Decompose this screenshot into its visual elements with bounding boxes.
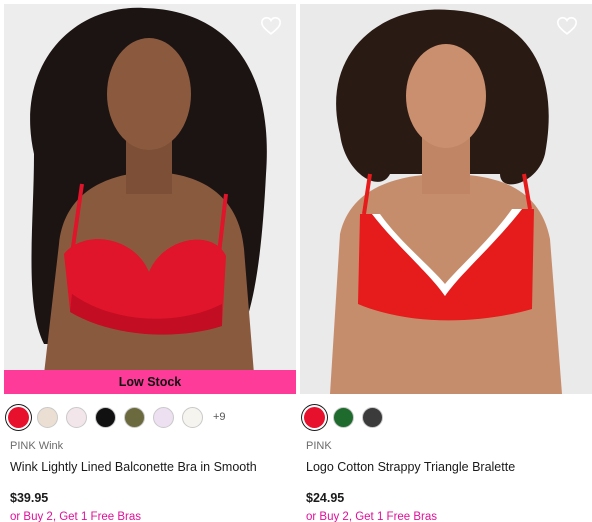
- color-swatches: [300, 404, 592, 430]
- product-image[interactable]: Low Stock: [4, 4, 296, 394]
- product-image[interactable]: [300, 4, 592, 394]
- product-name[interactable]: Logo Cotton Strappy Triangle Bralette: [300, 460, 592, 474]
- color-swatch[interactable]: [153, 406, 174, 428]
- favorite-heart-icon[interactable]: [260, 15, 282, 37]
- promo-text: or Buy 2, Get 1 Free Bras: [10, 511, 142, 522]
- color-swatch[interactable]: [182, 406, 203, 428]
- color-swatch[interactable]: [333, 406, 354, 428]
- color-swatches: +9: [4, 404, 296, 430]
- product-brand: PINK: [306, 440, 332, 452]
- low-stock-badge: Low Stock: [4, 370, 296, 394]
- product-price: $24.95: [306, 491, 345, 505]
- color-swatch[interactable]: [37, 406, 58, 428]
- color-swatch[interactable]: [8, 406, 29, 428]
- color-swatch[interactable]: [95, 406, 116, 428]
- product-name[interactable]: Wink Lightly Lined Balconette Bra in Smo…: [4, 460, 296, 474]
- color-swatch[interactable]: [362, 406, 383, 428]
- color-swatch[interactable]: [124, 406, 145, 428]
- product-card[interactable]: Low Stock +9 PINK Wink Wink Lightly Line…: [4, 4, 296, 522]
- product-brand: PINK Wink: [10, 440, 64, 452]
- more-colors-count[interactable]: +9: [213, 411, 226, 423]
- model-photo: [4, 4, 296, 394]
- product-card[interactable]: PINK Logo Cotton Strappy Triangle Bralet…: [300, 4, 592, 522]
- color-swatch[interactable]: [304, 406, 325, 428]
- promo-text: or Buy 2, Get 1 Free Bras: [306, 511, 438, 522]
- product-price: $39.95: [10, 491, 49, 505]
- favorite-heart-icon[interactable]: [556, 15, 578, 37]
- model-photo: [300, 4, 592, 394]
- color-swatch[interactable]: [66, 406, 87, 428]
